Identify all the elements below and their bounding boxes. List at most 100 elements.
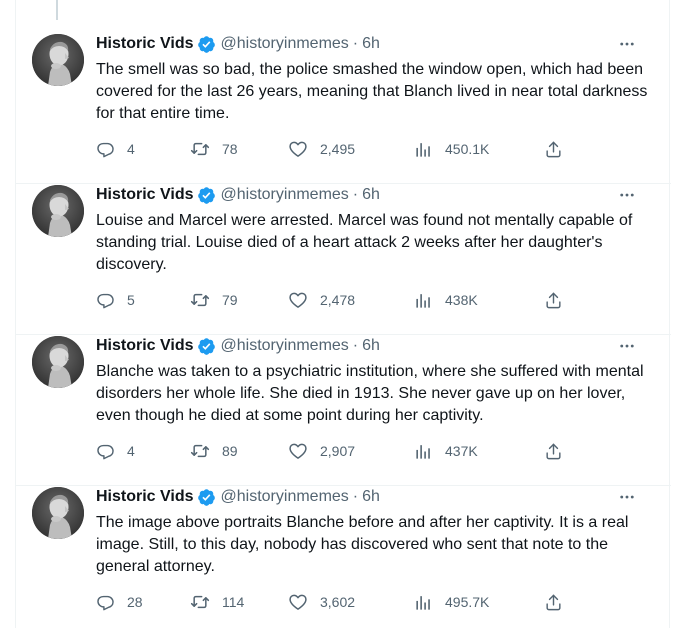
verified-badge-icon[interactable] [197,186,216,205]
tweet-header: Historic Vids @historyinmemes · 6h [96,185,380,205]
tweet-header: Historic Vids @historyinmemes · 6h [96,336,380,356]
reply-count: 28 [127,594,143,610]
author-handle[interactable]: @historyinmemes [221,337,349,355]
like-icon [288,139,308,159]
tweet-header: Historic Vids @historyinmemes · 6h [96,487,380,507]
like-icon [288,592,308,612]
author-handle[interactable]: @historyinmemes [221,35,349,53]
timestamp[interactable]: 6h [362,488,380,506]
avatar-portrait-icon [32,34,84,86]
like-count: 2,478 [320,292,356,308]
more-icon[interactable] [617,185,637,205]
views-button[interactable]: 495.7K [414,592,489,612]
reply-count: 4 [127,443,135,459]
share-button[interactable] [544,139,563,159]
view-count: 438K [445,292,478,308]
tweet[interactable]: Historic Vids @historyinmemes · 6h The i… [16,487,671,637]
tweet[interactable]: Historic Vids @historyinmemes · 6h Louis… [16,185,671,335]
views-icon [414,593,433,612]
share-icon [544,442,563,461]
share-icon [544,291,563,310]
share-button[interactable] [544,441,563,461]
tweet-text: Blanche was taken to a psychiatric insti… [96,363,644,424]
tweet-text: The smell was so bad, the police smashed… [96,61,648,122]
avatar-portrait-icon [32,487,84,539]
retweet-button[interactable]: 78 [190,139,238,159]
reply-button[interactable]: 28 [96,592,143,612]
reply-icon [96,140,115,159]
author-name[interactable]: Historic Vids [96,337,194,355]
author-name[interactable]: Historic Vids [96,35,194,53]
tweet-actions: 5 79 2,478 438K [96,290,566,310]
reply-icon [96,442,115,461]
reply-count: 5 [127,292,135,308]
like-icon [288,290,308,310]
reply-button[interactable]: 4 [96,441,135,461]
tweet-actions: 4 78 2,495 450.1K [96,139,566,159]
like-count: 3,602 [320,594,356,610]
like-icon [288,441,308,461]
retweet-count: 79 [222,292,238,308]
avatar[interactable] [32,185,84,237]
views-icon [414,291,433,310]
tweet-text: Louise and Marcel were arrested. Marcel … [96,212,633,273]
share-button[interactable] [544,290,563,310]
retweet-icon [190,290,210,310]
like-button[interactable]: 2,495 [288,139,355,159]
view-count: 450.1K [445,141,490,157]
timestamp[interactable]: 6h [362,35,380,53]
like-button[interactable]: 2,907 [288,441,355,461]
timestamp[interactable]: 6h [362,337,380,355]
reply-button[interactable]: 4 [96,139,135,159]
more-icon[interactable] [617,34,637,54]
share-icon [544,593,563,612]
retweet-button[interactable]: 89 [190,441,238,461]
reply-count: 4 [127,141,135,157]
dot-separator: · [352,337,359,354]
author-name[interactable]: Historic Vids [96,488,194,506]
retweet-button[interactable]: 79 [190,290,238,310]
reply-icon [96,291,115,310]
verified-badge-icon[interactable] [197,488,216,507]
avatar-portrait-icon [32,336,84,388]
retweet-icon [190,441,210,461]
tweet[interactable]: Historic Vids @historyinmemes · 6h The s… [16,34,671,184]
share-button[interactable] [544,592,563,612]
dot-separator: · [352,35,359,52]
author-handle[interactable]: @historyinmemes [221,488,349,506]
more-icon[interactable] [617,487,637,507]
view-count: 495.7K [445,594,490,610]
author-name[interactable]: Historic Vids [96,186,194,204]
avatar[interactable] [32,34,84,86]
verified-badge-icon[interactable] [197,337,216,356]
reply-icon [96,593,115,612]
tweet-text: The image above portraits Blanche before… [96,514,629,575]
views-button[interactable]: 450.1K [414,139,489,159]
avatar[interactable] [32,487,84,539]
thread-connector-line [56,0,58,20]
view-count: 437K [445,443,478,459]
avatar[interactable] [32,336,84,388]
retweet-button[interactable]: 114 [190,592,244,612]
views-button[interactable]: 437K [414,441,478,461]
dot-separator: · [352,186,359,203]
tweet[interactable]: Historic Vids @historyinmemes · 6h Blanc… [16,336,671,486]
retweet-count: 89 [222,443,238,459]
views-icon [414,140,433,159]
timestamp[interactable]: 6h [362,186,380,204]
retweet-count: 114 [222,594,245,610]
tweet-header: Historic Vids @historyinmemes · 6h [96,34,380,54]
avatar-portrait-icon [32,185,84,237]
like-button[interactable]: 3,602 [288,592,355,612]
verified-badge-icon[interactable] [197,35,216,54]
retweet-icon [190,592,210,612]
tweet-actions: 28 114 3,602 495.7K [96,592,566,612]
views-button[interactable]: 438K [414,290,478,310]
tweet-actions: 4 89 2,907 437K [96,441,566,461]
author-handle[interactable]: @historyinmemes [221,186,349,204]
reply-button[interactable]: 5 [96,290,135,310]
more-icon[interactable] [617,336,637,356]
like-button[interactable]: 2,478 [288,290,355,310]
views-icon [414,442,433,461]
retweet-icon [190,139,210,159]
